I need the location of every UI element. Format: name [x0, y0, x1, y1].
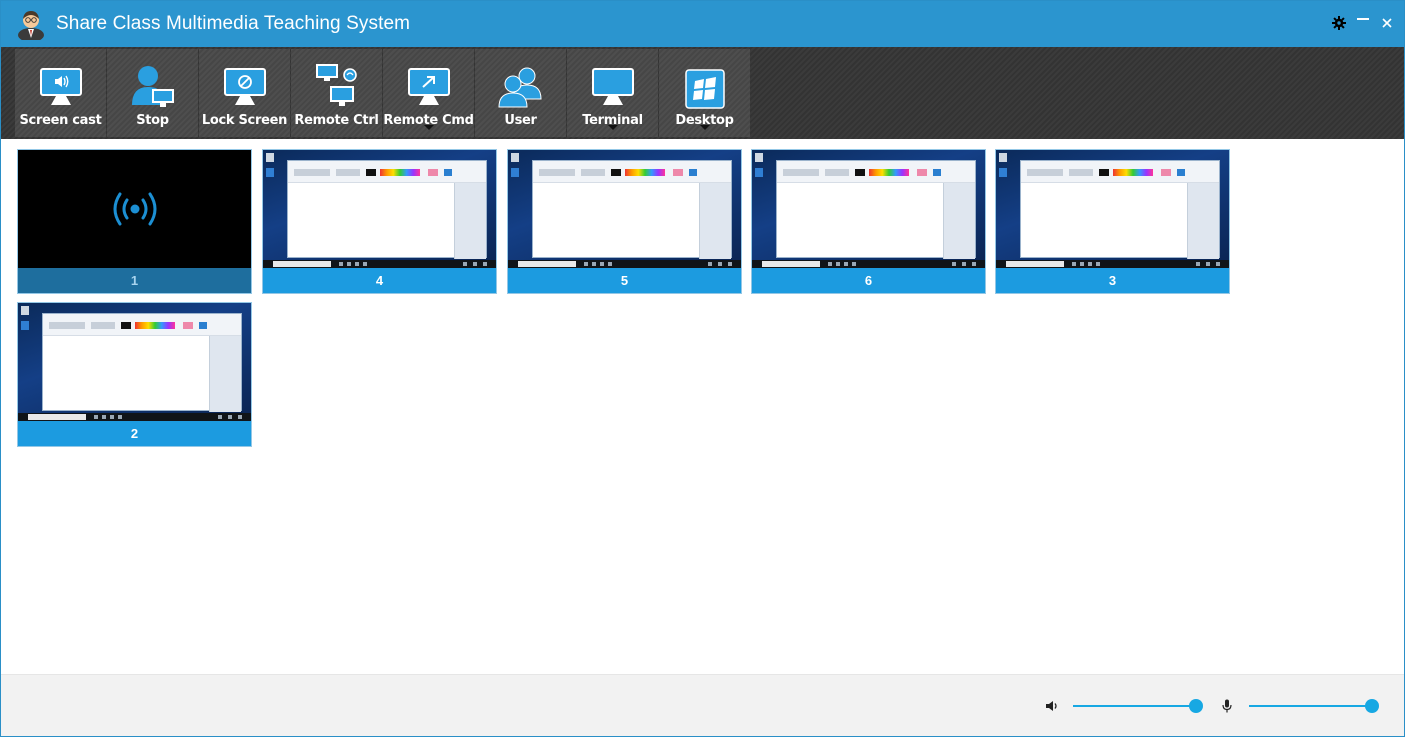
thumbnail-label: 2 [18, 421, 251, 446]
taskbar-preview [752, 260, 985, 268]
recycle-bin-icon [266, 153, 274, 162]
terminal-thumbnail[interactable]: 2 [17, 302, 252, 447]
terminal-thumbnail[interactable]: 5 [507, 149, 742, 294]
window-controls [1330, 13, 1396, 33]
remote-cmd-button[interactable]: Remote Cmd [383, 49, 474, 137]
terminal-thumbnail[interactable]: 6 [751, 149, 986, 294]
stop-button[interactable]: Stop [107, 49, 198, 137]
microphone-volume-slider[interactable] [1249, 699, 1379, 713]
screen-cast-button[interactable]: Screen cast [15, 49, 106, 137]
teacher-avatar-icon [14, 7, 48, 41]
windows-logo-icon [684, 59, 725, 109]
remote-cmd-dropdown-icon[interactable] [423, 125, 434, 130]
taskbar-preview [996, 260, 1229, 268]
screen-cast-label: Screen cast [19, 113, 102, 128]
title-bar[interactable]: Share Class Multimedia Teaching System [1, 1, 1404, 47]
speaker-volume-track [1073, 705, 1196, 707]
thumbnail-label: 4 [263, 268, 496, 293]
microphone-volume-track [1249, 705, 1372, 707]
desktop-shortcut-icon [266, 168, 274, 177]
user-label: User [504, 113, 537, 128]
taskbar-preview [18, 413, 251, 421]
desktop-dropdown-icon[interactable] [699, 125, 710, 130]
paint-window-preview [42, 313, 242, 412]
microphone-volume-knob[interactable] [1365, 699, 1379, 713]
desktop-preview [508, 150, 741, 268]
monitor-arrow-icon [407, 59, 451, 109]
broadcast-screen [18, 150, 251, 268]
speaker-icon[interactable] [1045, 699, 1061, 713]
terminal-dropdown-icon[interactable] [607, 125, 618, 130]
thumbnail-label: 5 [508, 268, 741, 293]
lock-screen-button[interactable]: Lock Screen [199, 49, 290, 137]
speaker-volume-control [1045, 699, 1203, 713]
lock-screen-label: Lock Screen [201, 113, 288, 128]
terminal-thumbnail[interactable]: 4 [262, 149, 497, 294]
recycle-bin-icon [755, 153, 763, 162]
desktop-preview [996, 150, 1229, 268]
microphone-icon[interactable] [1221, 699, 1237, 713]
desktop-shortcut-icon [21, 321, 29, 330]
users-icon [497, 59, 545, 109]
close-icon[interactable] [1378, 13, 1396, 33]
paint-window-preview [776, 160, 976, 259]
remote-monitors-icon [314, 59, 360, 109]
app-title: Share Class Multimedia Teaching System [56, 13, 411, 34]
desktop-shortcut-icon [999, 168, 1007, 177]
paint-window-preview [287, 160, 487, 259]
paint-window-preview [1020, 160, 1220, 259]
terminal-thumbnail[interactable]: 3 [995, 149, 1230, 294]
thumbnail-label: 6 [752, 268, 985, 293]
app-window: Share Class Multimedia Teaching System S… [0, 0, 1405, 737]
desktop-preview [263, 150, 496, 268]
status-footer [1, 674, 1404, 736]
taskbar-preview [508, 260, 741, 268]
thumbnail-label: 1 [18, 268, 251, 293]
taskbar-preview [263, 260, 496, 268]
user-button[interactable]: User [475, 49, 566, 137]
desktop-button[interactable]: Desktop [659, 49, 750, 137]
remote-ctrl-button[interactable]: Remote Ctrl [291, 49, 382, 137]
remote-ctrl-label: Remote Ctrl [294, 113, 379, 128]
recycle-bin-icon [511, 153, 519, 162]
desktop-shortcut-icon [755, 168, 763, 177]
stop-label: Stop [136, 113, 169, 128]
speaker-volume-knob[interactable] [1189, 699, 1203, 713]
recycle-bin-icon [999, 153, 1007, 162]
monitor-speaker-icon [39, 59, 83, 109]
terminal-button[interactable]: Terminal [567, 49, 658, 137]
paint-window-preview [532, 160, 732, 259]
terminal-thumbnail[interactable]: 1 [17, 149, 252, 294]
desktop-preview [18, 303, 251, 421]
minimize-icon[interactable] [1354, 13, 1372, 33]
recycle-bin-icon [21, 306, 29, 315]
desktop-shortcut-icon [511, 168, 519, 177]
monitor-lock-icon [223, 59, 267, 109]
monitor-icon [591, 59, 635, 109]
microphone-volume-control [1221, 699, 1379, 713]
broadcast-icon [113, 192, 156, 226]
user-monitor-icon [130, 59, 176, 109]
desktop-preview [752, 150, 985, 268]
gear-icon[interactable] [1330, 13, 1348, 33]
toolbar: Screen cast Stop Lock Screen Remote Ctrl… [1, 47, 1404, 139]
thumbnail-label: 3 [996, 268, 1229, 293]
speaker-volume-slider[interactable] [1073, 699, 1203, 713]
